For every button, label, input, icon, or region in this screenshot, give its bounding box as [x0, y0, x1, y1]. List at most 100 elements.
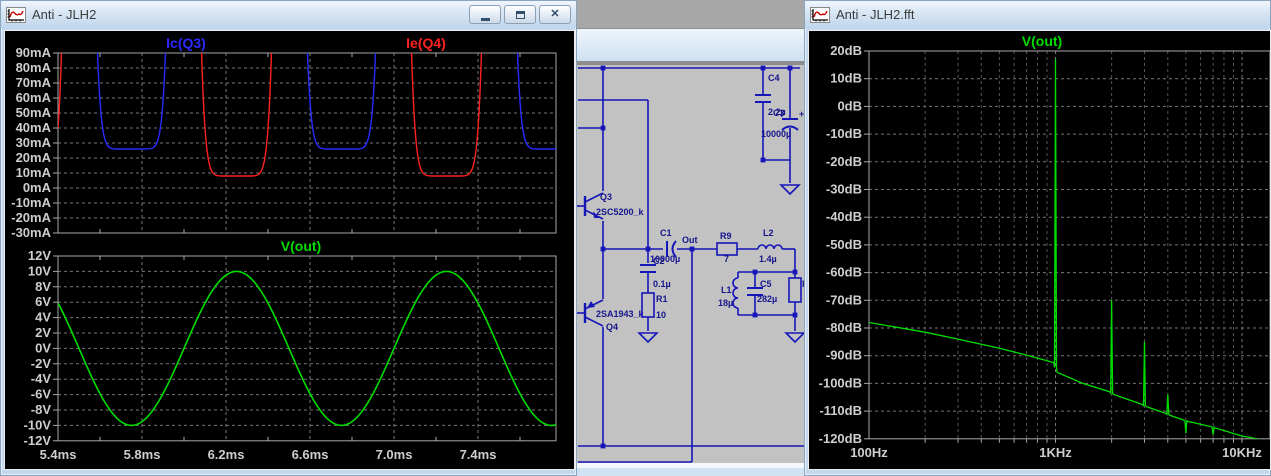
- svg-text:-10mA: -10mA: [11, 195, 51, 210]
- svg-text:6.2ms: 6.2ms: [208, 447, 245, 462]
- restore-icon: [515, 10, 525, 19]
- svg-text:20mA: 20mA: [16, 150, 52, 165]
- fft-trace: [869, 59, 1261, 439]
- svg-text:L1: L1: [721, 285, 732, 295]
- svg-text:0mA: 0mA: [23, 180, 52, 195]
- svg-text:2SC5200_k: 2SC5200_k: [596, 207, 645, 217]
- svg-text:1.4µ: 1.4µ: [759, 254, 777, 264]
- svg-text:7.4ms: 7.4ms: [460, 447, 497, 462]
- svg-text:282µ: 282µ: [757, 294, 777, 304]
- svg-text:-20mA: -20mA: [11, 210, 51, 225]
- svg-text:20dB: 20dB: [830, 43, 862, 58]
- svg-text:8V: 8V: [35, 279, 51, 294]
- ltspice-workspace: Q3 2SC5200_k Q4 2SA1943_k C1 10000µ C2 0.1µ R1 10…: [0, 0, 1271, 476]
- svg-text:2SA1943_k: 2SA1943_k: [596, 309, 645, 319]
- svg-text:0V: 0V: [35, 340, 51, 355]
- svg-text:Out: Out: [682, 235, 698, 245]
- schematic-drawing[interactable]: Q3 2SC5200_k Q4 2SA1943_k C1 10000µ C2 0.1µ R1 10…: [577, 0, 804, 476]
- svg-text:-80dB: -80dB: [826, 320, 862, 335]
- svg-text:-60dB: -60dB: [826, 265, 862, 280]
- grid: 12V10V8V6V4V2V0V-2V-4V-6V-8V-10V-12V: [24, 248, 557, 448]
- time-axis-labels: 5.4ms 5.8ms 6.2ms 6.6ms 7.0ms 7.4ms: [40, 447, 497, 462]
- fft-plot[interactable]: 20dB 10dB 0dB -10dB -20dB -30dB -40dB -50dB -60d…: [809, 31, 1271, 469]
- svg-text:6.6ms: 6.6ms: [292, 447, 329, 462]
- waveform-window[interactable]: Anti - JLH2 ✕ 90mA 80mA 70mA 60mA 50mA 40mA 30…: [0, 0, 577, 476]
- svg-text:L2: L2: [763, 228, 774, 238]
- window-title: Anti - JLH2.fft: [836, 7, 915, 22]
- minimize-button[interactable]: [469, 5, 501, 24]
- svg-text:0.1µ: 0.1µ: [653, 279, 671, 289]
- svg-text:-6V: -6V: [31, 387, 52, 402]
- svg-text:R1: R1: [656, 294, 668, 304]
- waveform-icon: [810, 6, 830, 23]
- close-button[interactable]: ✕: [539, 5, 571, 24]
- fft-plot-area[interactable]: 20dB 10dB 0dB -10dB -20dB -30dB -40dB -50dB -60d…: [808, 30, 1271, 470]
- svg-text:-120dB: -120dB: [819, 431, 862, 446]
- grid: 20dB 10dB 0dB -10dB -20dB -30dB -40dB -50dB -60d…: [819, 43, 1271, 460]
- svg-text:-90dB: -90dB: [826, 348, 862, 363]
- svg-text:Q3: Q3: [600, 192, 612, 202]
- svg-text:-30mA: -30mA: [11, 225, 51, 240]
- waveform-icon: [6, 6, 26, 23]
- svg-text:-100dB: -100dB: [819, 375, 862, 390]
- svg-text:C3: C3: [773, 108, 785, 118]
- window-title: Anti - JLH2: [32, 7, 97, 22]
- restore-button[interactable]: [504, 5, 536, 24]
- svg-text:-30dB: -30dB: [826, 182, 862, 197]
- svg-text:-10dB: -10dB: [826, 126, 862, 141]
- svg-text:90mA: 90mA: [16, 45, 52, 60]
- svg-text:60mA: 60mA: [16, 90, 52, 105]
- svg-text:-20dB: -20dB: [826, 154, 862, 169]
- svg-text:V(out): V(out): [1022, 33, 1062, 49]
- fft-window-titlebar[interactable]: Anti - JLH2.fft: [805, 1, 1270, 28]
- fft-window[interactable]: Anti - JLH2.fft 20dB 10dB 0dB -10dB -20dB -30…: [804, 0, 1271, 476]
- svg-text:-50dB: -50dB: [826, 237, 862, 252]
- svg-text:1KHz: 1KHz: [1039, 445, 1072, 460]
- svg-text:C4: C4: [768, 73, 780, 83]
- svg-text:80mA: 80mA: [16, 60, 52, 75]
- minimize-icon: [480, 17, 490, 21]
- schematic-content: Q3 2SC5200_k Q4 2SA1943_k C1 10000µ C2 0.1µ R1 10…: [577, 65, 804, 463]
- svg-text:4V: 4V: [35, 310, 51, 325]
- svg-text:7: 7: [724, 254, 729, 264]
- wires: [577, 67, 804, 463]
- components: Q3 2SC5200_k Q4 2SA1943_k C1 10000µ C2 0.1µ R1 10…: [583, 73, 804, 332]
- svg-text:R9: R9: [720, 231, 732, 241]
- svg-text:100Hz: 100Hz: [850, 445, 888, 460]
- svg-text:C5: C5: [760, 279, 772, 289]
- svg-text:40mA: 40mA: [16, 120, 52, 135]
- svg-text:-110dB: -110dB: [819, 403, 862, 418]
- trace-labels: V(out): [1022, 33, 1062, 49]
- svg-text:30mA: 30mA: [16, 135, 52, 150]
- svg-text:Q4: Q4: [606, 322, 618, 332]
- svg-text:Ic(Q3): Ic(Q3): [166, 35, 206, 51]
- svg-text:C2: C2: [653, 256, 665, 266]
- waveform-plot-area[interactable]: 90mA 80mA 70mA 60mA 50mA 40mA 30mA 20mA 10mA 0mA -…: [4, 30, 575, 470]
- svg-text:-10V: -10V: [24, 417, 52, 432]
- schematic-window[interactable]: Q3 2SC5200_k Q4 2SA1943_k C1 10000µ C2 0.1µ R1 10…: [577, 0, 804, 476]
- svg-text:10V: 10V: [28, 263, 51, 278]
- svg-text:6V: 6V: [35, 294, 51, 309]
- waveform-plot[interactable]: 90mA80mA70mA60mA50mA40mA30mA20mA10mA0mA-…: [5, 31, 574, 469]
- svg-text:5.8ms: 5.8ms: [124, 447, 161, 462]
- svg-text:5.4ms: 5.4ms: [40, 447, 77, 462]
- svg-text:10000µ: 10000µ: [761, 129, 791, 139]
- grid: 90mA80mA70mA60mA50mA40mA30mA20mA10mA0mA-…: [11, 45, 557, 240]
- close-icon: ✕: [550, 8, 560, 20]
- svg-text:18µ: 18µ: [718, 298, 733, 308]
- svg-text:10dB: 10dB: [830, 71, 862, 86]
- svg-text:10mA: 10mA: [16, 165, 52, 180]
- svg-text:10: 10: [656, 310, 666, 320]
- svg-text:10KHz: 10KHz: [1222, 445, 1262, 460]
- waveform-window-titlebar[interactable]: Anti - JLH2 ✕: [1, 1, 576, 28]
- svg-text:2V: 2V: [35, 325, 51, 340]
- svg-text:7.0ms: 7.0ms: [376, 447, 413, 462]
- svg-text:C1: C1: [660, 228, 672, 238]
- svg-text:-12V: -12V: [24, 433, 52, 448]
- svg-text:70mA: 70mA: [16, 75, 52, 90]
- svg-text:-8V: -8V: [31, 402, 52, 417]
- svg-text:-40dB: -40dB: [826, 209, 862, 224]
- svg-text:0dB: 0dB: [837, 98, 862, 113]
- svg-text:Ie(Q4): Ie(Q4): [406, 35, 446, 51]
- svg-text:-70dB: -70dB: [826, 292, 862, 307]
